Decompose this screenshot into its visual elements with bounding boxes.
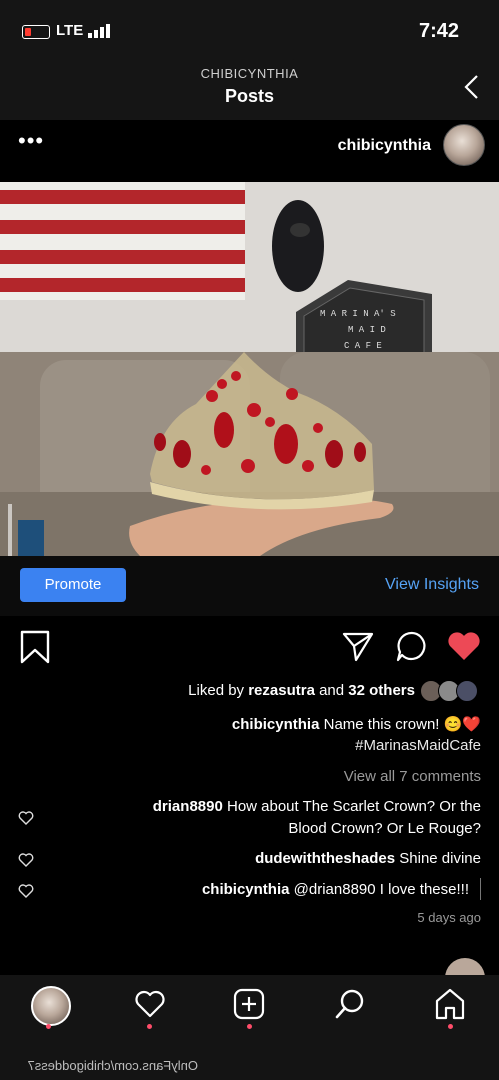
reply-divider	[480, 878, 481, 900]
page-title: Posts	[224, 86, 275, 106]
promote-button[interactable]: Promote	[20, 568, 126, 602]
more-options-icon[interactable]: •••	[18, 130, 44, 152]
caption: chibicynthia Name this crown! 😊❤️	[231, 716, 481, 733]
sign-text: M A R I N A' S	[320, 309, 396, 319]
bookmark-icon[interactable]	[20, 630, 50, 664]
likes-summary[interactable]: Liked by rezasutra and 32 others	[188, 682, 415, 699]
comment-line: drian8890 How about The Scarlet Crown? O…	[152, 798, 481, 815]
home-icon[interactable]	[433, 987, 467, 1021]
avatar[interactable]	[443, 124, 485, 166]
comment-like-icon[interactable]	[18, 810, 34, 826]
signal-icon	[88, 24, 110, 38]
clock: 7:42	[418, 20, 459, 42]
comment-icon[interactable]	[396, 630, 428, 662]
network-label: LTE	[56, 22, 84, 39]
post-time: 5 days ago	[417, 910, 481, 925]
sign-text: C A F E	[344, 341, 382, 351]
sign-text: M A I D	[348, 325, 386, 335]
search-icon[interactable]	[334, 988, 366, 1020]
battery-icon	[22, 25, 50, 39]
comment-line: chibicynthia @drian8890 I love these!!!	[201, 881, 469, 898]
liker-avatars[interactable]	[420, 680, 480, 702]
profile-tab-avatar[interactable]	[31, 986, 71, 1026]
notification-dot	[448, 1024, 453, 1029]
view-insights-link[interactable]: View Insights	[385, 576, 479, 594]
view-comments-link[interactable]: View all 7 comments	[344, 768, 481, 785]
avatar	[456, 680, 478, 702]
post-username[interactable]: chibicynthia	[338, 137, 431, 155]
comment-line: dudewiththeshades Shine divine	[255, 850, 481, 867]
post-image[interactable]: M A R I N A' S M A I D C A F E	[0, 182, 499, 556]
notification-dot	[247, 1024, 252, 1029]
back-chevron-icon[interactable]	[463, 74, 481, 100]
notification-dot	[46, 1024, 51, 1029]
notification-dot	[147, 1024, 152, 1029]
crown-photo: M A R I N A' S M A I D C A F E	[0, 182, 499, 556]
comment-like-icon[interactable]	[18, 852, 34, 868]
share-icon[interactable]	[342, 630, 374, 662]
comment-like-icon[interactable]	[18, 883, 34, 899]
activity-heart-icon[interactable]	[134, 989, 166, 1019]
header-username: CHIBICYNTHIA	[200, 66, 299, 81]
liked-heart-icon[interactable]	[447, 631, 481, 661]
new-post-icon[interactable]	[233, 988, 265, 1020]
watermark: OnlyFans.com/chibigoddess7	[27, 1058, 198, 1073]
comment-line: Blood Crown? Or Le Rouge?	[288, 820, 481, 837]
flag-image	[0, 182, 245, 300]
hashtag[interactable]: #MarinasMaidCafe	[355, 737, 481, 754]
